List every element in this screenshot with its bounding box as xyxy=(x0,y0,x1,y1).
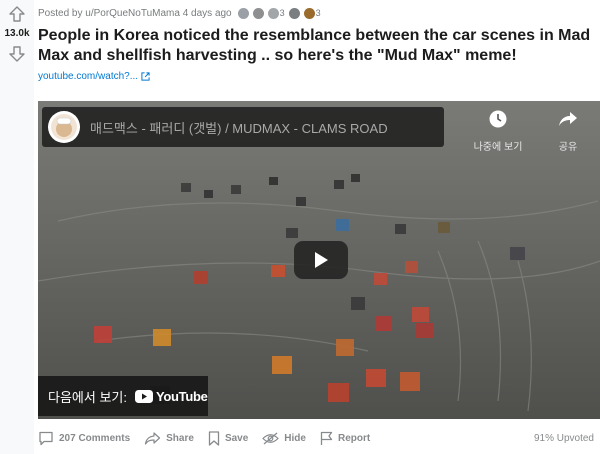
watch-on-label: 다음에서 보기: xyxy=(48,389,127,405)
vote-column: 13.0k xyxy=(0,0,34,454)
save-label: Save xyxy=(224,432,249,444)
video-share-label: 공유 xyxy=(558,142,578,153)
play-button[interactable] xyxy=(294,241,348,279)
report-label: Report xyxy=(337,432,371,444)
save-button[interactable]: Save xyxy=(208,430,249,446)
award-heart-icon[interactable] xyxy=(237,7,249,19)
award-silver-icon[interactable] xyxy=(252,7,264,19)
comments-button[interactable]: 207 Comments xyxy=(38,431,130,446)
watch-later-button[interactable]: 나중에 보기 xyxy=(470,109,526,153)
upvote-ratio: 91% Upvoted xyxy=(533,432,594,444)
bookmark-icon xyxy=(208,430,220,446)
award-count: 3 xyxy=(279,8,285,18)
share-label: Share xyxy=(166,432,194,444)
video-embed[interactable]: 매드맥스 - 패러디 (갯벌) / MUDMAX - CLAMS ROAD 나중… xyxy=(38,101,600,419)
share-button[interactable]: Share xyxy=(144,431,194,445)
play-icon xyxy=(315,252,328,268)
share-icon xyxy=(145,432,161,445)
video-share-button[interactable]: 공유 xyxy=(540,109,596,153)
posted-by[interactable]: Posted by u/PorQueNoTuMama 4 days ago xyxy=(38,8,232,19)
clock-icon xyxy=(489,110,507,128)
youtube-logo: YouTube xyxy=(134,388,208,404)
award-gold-icon[interactable]: 3 xyxy=(303,7,321,19)
comment-icon xyxy=(39,431,53,445)
share-arrow-icon xyxy=(559,112,577,126)
hide-button[interactable]: Hide xyxy=(262,432,306,445)
downvote-arrow-icon[interactable] xyxy=(6,44,28,64)
post-title[interactable]: People in Korea noticed the resemblance … xyxy=(38,26,594,66)
award-helpful-icon[interactable]: 3 xyxy=(267,7,285,19)
hide-label: Hide xyxy=(284,432,306,444)
video-title-bar[interactable]: 매드맥스 - 패러디 (갯벌) / MUDMAX - CLAMS ROAD xyxy=(42,107,444,147)
watch-later-label: 나중에 보기 xyxy=(473,142,523,153)
flag-icon xyxy=(320,431,333,445)
award-coin-icon[interactable] xyxy=(288,7,300,19)
channel-avatar[interactable] xyxy=(48,111,80,143)
post-meta: Posted by u/PorQueNoTuMama 4 days ago 3 … xyxy=(38,6,325,20)
watch-on-youtube[interactable]: 다음에서 보기: YouTube xyxy=(38,376,208,416)
eye-slash-icon xyxy=(262,432,280,444)
external-link[interactable]: youtube.com/watch?... xyxy=(38,71,150,82)
upvote-arrow-icon[interactable] xyxy=(6,4,28,24)
youtube-wordmark: YouTube xyxy=(155,388,208,404)
post-actions: 207 Comments Share Save Hide Report 91% … xyxy=(38,429,594,447)
video-title[interactable]: 매드맥스 - 패러디 (갯벌) / MUDMAX - CLAMS ROAD xyxy=(90,118,430,137)
comments-label: 207 Comments xyxy=(59,432,131,444)
report-button[interactable]: Report xyxy=(320,431,370,446)
link-text: youtube.com/watch?... xyxy=(38,71,139,82)
external-link-icon xyxy=(141,72,150,81)
youtube-play-icon xyxy=(134,389,153,403)
award-count: 3 xyxy=(315,8,321,18)
vote-count: 13.0k xyxy=(4,28,30,39)
